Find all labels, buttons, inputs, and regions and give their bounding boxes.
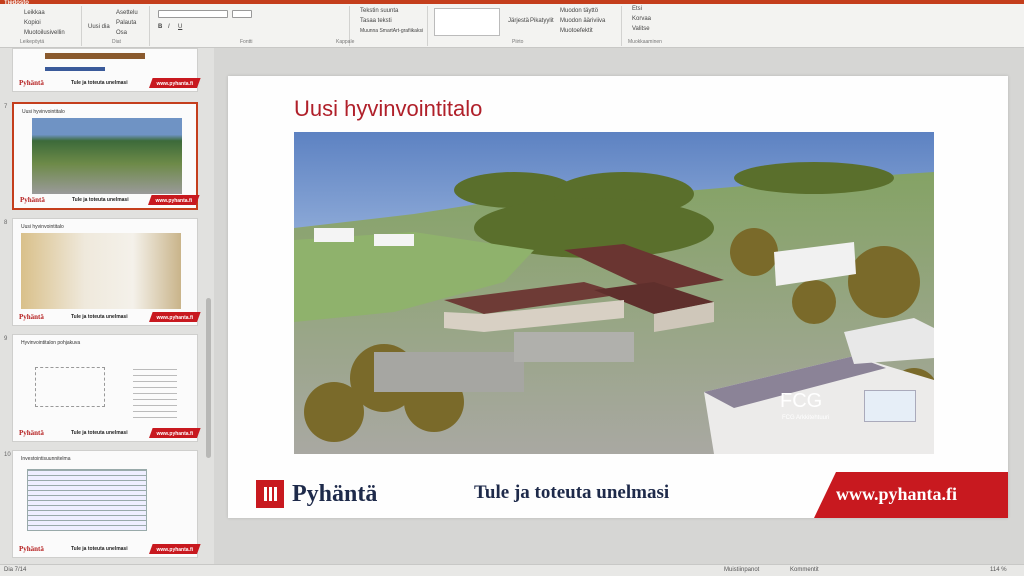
- editing-group: Etsi Korvaa Valitse Muokkaaminen: [626, 6, 682, 46]
- align-text-button[interactable]: Tasaa teksti: [360, 18, 392, 24]
- clipboard-label: Leikepöytä: [20, 39, 45, 45]
- slides-label: Diat: [112, 39, 121, 45]
- thumb-number: 7: [4, 104, 8, 110]
- thumb-logo: Pyhäntä: [19, 429, 44, 437]
- thumb-logo: Pyhäntä: [19, 545, 44, 553]
- thumb-image: [21, 233, 181, 309]
- slide-thumbnail[interactable]: Investointisuunnitelma Pyhäntä Tule ja t…: [12, 450, 201, 558]
- shape-effects-button[interactable]: Muotoefektit: [560, 28, 593, 34]
- thumb-number: 9: [4, 336, 8, 342]
- thumb-image: [45, 67, 105, 71]
- render-illustration: [294, 132, 934, 454]
- reset-button[interactable]: Palauta: [116, 20, 136, 26]
- slide-thumbnail-pane: Pyhäntä Tule ja toteuta unelmasi www.pyh…: [0, 48, 214, 564]
- render-credit-sub: FCG Arkkitehtuuri: [782, 415, 830, 421]
- thumb-url: www.pyhanta.fi: [156, 315, 193, 321]
- copy-button[interactable]: Kopioi: [24, 20, 41, 26]
- thumb-title: Uusi hyvinvointitalo: [22, 109, 65, 115]
- partner-logo: [864, 390, 916, 422]
- thumb-footer: Pyhäntä Tule ja toteuta unelmasi www.pyh…: [13, 309, 201, 325]
- ribbon: Tiedosto Leikkaa Kopioi Muotoilusivellin…: [0, 0, 1024, 48]
- font-name-select[interactable]: [158, 10, 228, 18]
- thumb-text-lines: [133, 369, 177, 419]
- replace-button[interactable]: Korvaa: [632, 16, 651, 22]
- thumb-tagline: Tule ja toteuta unelmasi: [71, 314, 128, 320]
- thumb-tagline: Tule ja toteuta unelmasi: [71, 546, 128, 552]
- slide-thumbnail[interactable]: Hyvinvointitalon pohjakuva Pyhäntä Tule …: [12, 334, 201, 442]
- font-group: B I U Fontti: [154, 6, 350, 46]
- slide-thumbnail[interactable]: Pyhäntä Tule ja toteuta unelmasi www.pyh…: [12, 48, 201, 92]
- brand-logo: Pyhäntä: [256, 478, 377, 510]
- current-slide[interactable]: Uusi hyvinvointitalo FCG FCG Arkkitehtuu…: [228, 76, 1008, 518]
- shapes-gallery[interactable]: [434, 8, 500, 36]
- thumb-logo: Pyhäntä: [19, 313, 44, 321]
- thumb-tagline: Tule ja toteuta unelmasi: [72, 197, 129, 203]
- slide-thumbnail-selected[interactable]: Uusi hyvinvointitalo Pyhäntä Tule ja tot…: [12, 102, 200, 210]
- thumb-tagline: Tule ja toteuta unelmasi: [71, 80, 128, 86]
- thumb-footer: Pyhäntä Tule ja toteuta unelmasi www.pyh…: [14, 192, 200, 208]
- thumb-url: www.pyhanta.fi: [156, 431, 193, 437]
- font-size-select[interactable]: [232, 10, 252, 18]
- select-button[interactable]: Valitse: [632, 26, 650, 32]
- cut-button[interactable]: Leikkaa: [24, 10, 45, 16]
- thumb-number: 10: [4, 452, 11, 458]
- thumb-footer: Pyhäntä Tule ja toteuta unelmasi www.pyh…: [13, 425, 201, 441]
- ribbon-accent-bar: [0, 0, 1024, 4]
- slide-title[interactable]: Uusi hyvinvointitalo: [294, 96, 482, 122]
- smartart-button[interactable]: Muunna SmartArt-grafiikaksi: [360, 28, 423, 34]
- new-slide-button[interactable]: Uusi dia: [88, 24, 110, 30]
- zoom-level[interactable]: 114 %: [990, 567, 1007, 573]
- thumb-footer: Pyhäntä Tule ja toteuta unelmasi www.pyh…: [13, 75, 201, 91]
- thumbnail-scrollbar[interactable]: [206, 298, 211, 458]
- bold-button[interactable]: B: [158, 24, 162, 30]
- thumb-footer: Pyhäntä Tule ja toteuta unelmasi www.pyh…: [13, 541, 201, 557]
- architectural-render-image[interactable]: FCG FCG Arkkitehtuuri: [294, 132, 934, 454]
- shape-outline-button[interactable]: Muodon ääriviiva: [560, 18, 605, 24]
- thumb-image: [32, 118, 182, 194]
- comments-button[interactable]: Kommentit: [790, 567, 819, 573]
- section-button[interactable]: Osa: [116, 30, 127, 36]
- clipboard-group: Leikkaa Kopioi Muotoilusivellin Leikepöy…: [4, 6, 82, 46]
- thumb-url: www.pyhanta.fi: [155, 198, 192, 204]
- status-bar: Dia 7/14 Muistiinpanot Kommentit 114 %: [0, 564, 1024, 576]
- shape-fill-button[interactable]: Muodon täyttö: [560, 8, 598, 14]
- italic-button[interactable]: I: [168, 24, 170, 30]
- thumb-tagline: Tule ja toteuta unelmasi: [71, 430, 128, 436]
- thumb-logo: Pyhäntä: [20, 196, 45, 204]
- slide-thumbnail[interactable]: Uusi hyvinvointitalo Pyhäntä Tule ja tot…: [12, 218, 201, 326]
- text-direction-button[interactable]: Tekstin suunta: [360, 8, 398, 14]
- drawing-group: Järjestä Pikatyylit Muodon täyttö Muodon…: [432, 6, 622, 46]
- thumb-url: www.pyhanta.fi: [156, 81, 193, 87]
- thumb-title: Uusi hyvinvointitalo: [21, 224, 64, 230]
- arrange-button[interactable]: Järjestä: [508, 18, 529, 24]
- quick-styles-button[interactable]: Pikatyylit: [530, 18, 554, 24]
- paragraph-label: Kappale: [336, 39, 355, 45]
- slide-url: www.pyhanta.fi: [836, 484, 958, 504]
- underline-button[interactable]: U: [178, 24, 182, 30]
- thumb-table: [27, 469, 147, 531]
- drawing-label: Piirto: [512, 39, 524, 45]
- find-button[interactable]: Etsi: [632, 6, 642, 12]
- notes-button[interactable]: Muistiinpanot: [724, 567, 759, 573]
- thumb-logo: Pyhäntä: [19, 79, 44, 87]
- thumb-floorplan: [35, 367, 105, 407]
- slides-group: Uusi dia Asettelu Palauta Osa Diat: [86, 6, 150, 46]
- font-label: Fontti: [240, 39, 253, 45]
- thumb-title: Investointisuunnitelma: [21, 456, 71, 462]
- paragraph-group: Tekstin suunta Tasaa teksti Muunna Smart…: [336, 6, 428, 46]
- thumb-image: [45, 53, 145, 59]
- thumb-number: 8: [4, 220, 8, 226]
- slide-tagline: Tule ja toteuta unelmasi: [474, 482, 670, 503]
- editing-label: Muokkaaminen: [628, 39, 662, 45]
- thumb-url: www.pyhanta.fi: [156, 547, 193, 553]
- brand-name: Pyhäntä: [292, 480, 378, 507]
- format-painter-button[interactable]: Muotoilusivellin: [24, 30, 65, 36]
- layout-button[interactable]: Asettelu: [116, 10, 138, 16]
- render-credit: FCG: [780, 390, 823, 412]
- brand-mark-icon: [256, 480, 284, 508]
- slide-indicator: Dia 7/14: [4, 567, 27, 573]
- thumb-title: Hyvinvointitalon pohjakuva: [21, 340, 81, 346]
